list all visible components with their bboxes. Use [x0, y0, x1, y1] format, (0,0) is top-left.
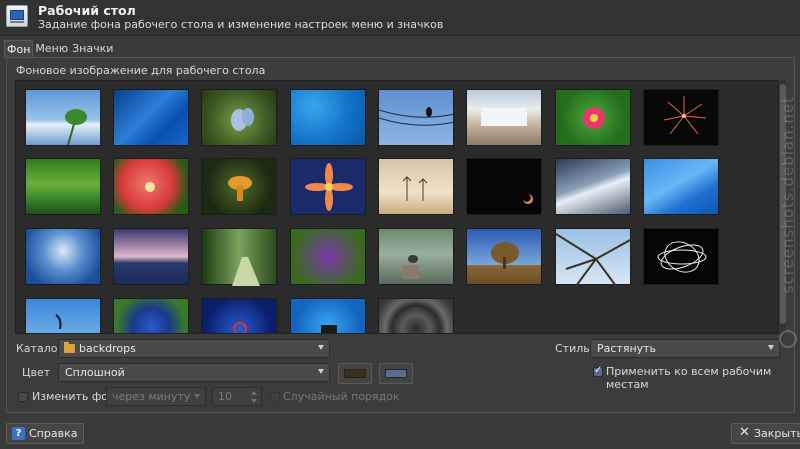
wallpaper-thumb-blue-abstract[interactable]: [113, 89, 189, 146]
wallpaper-thumb-debian-swirl-blue[interactable]: [201, 298, 277, 333]
help-label: Справка: [29, 427, 78, 440]
wallpaper-thumb-misty-trees[interactable]: [378, 158, 454, 215]
wallpaper-thumb-blue-horizon[interactable]: [25, 228, 101, 285]
chevron-down-icon: [318, 369, 324, 374]
interval-value: 10: [218, 390, 232, 403]
color-label: Цвет: [22, 366, 51, 379]
apply-all-label: Применить ко всем рабочим местам: [606, 365, 772, 391]
wallpaper-thumb-pink-flower[interactable]: [555, 89, 631, 146]
tab-icons[interactable]: Значки: [70, 40, 115, 58]
wallpaper-thumb-blue-flowers[interactable]: [113, 298, 189, 333]
watermark: screenshots.debian.net: [777, 96, 800, 346]
close-button[interactable]: ✕ Закрыть: [731, 423, 800, 444]
wallpaper-thumb-lone-tree[interactable]: [466, 228, 542, 285]
change-bg-checkbox[interactable]: [18, 392, 28, 402]
wallpaper-thumb-blue-gradient[interactable]: [290, 89, 366, 146]
wallpaper-thumb-island-silhouette[interactable]: [25, 298, 101, 333]
random-order-checkbox[interactable]: [270, 392, 280, 402]
style-select[interactable]: Растянуть: [590, 339, 780, 358]
primary-color-swatch: [344, 369, 366, 378]
chevron-down-icon: [194, 394, 200, 399]
window-header: Рабочий стол Задание фона рабочего стола…: [0, 0, 800, 36]
tab-background[interactable]: Фон: [4, 40, 34, 58]
wallpaper-thumb-waterfall[interactable]: [466, 89, 542, 146]
catalog-label: Каталог: [16, 342, 64, 355]
style-value: Растянуть: [597, 342, 657, 355]
window-title: Рабочий стол: [38, 3, 136, 18]
spin-up-icon[interactable]: [251, 391, 257, 395]
wallpaper-thumb-red-lily[interactable]: [113, 158, 189, 215]
wallpaper-thumb-cow-blue[interactable]: [290, 298, 366, 333]
wallpaper-thumb-purple-flowers[interactable]: [290, 228, 366, 285]
chevron-down-icon: [318, 345, 324, 350]
close-icon: ✕: [739, 425, 750, 440]
wallpaper-thumb-night-moon[interactable]: [466, 158, 542, 215]
close-label: Закрыть: [754, 427, 800, 440]
wallpaper-thumb-cloud-sunbeams[interactable]: [555, 158, 631, 215]
spin-down-icon[interactable]: [251, 399, 257, 403]
color-mode-select[interactable]: Сплошной: [58, 363, 330, 382]
chevron-down-icon: [768, 345, 774, 350]
wallpaper-thumb-green-forest-pond[interactable]: [25, 158, 101, 215]
wallpaper-thumb-bird-on-wire[interactable]: [378, 89, 456, 146]
watermark-text: screenshots.debian.net: [779, 96, 797, 294]
folder-icon: [64, 342, 75, 353]
wallpaper-thumb-tree-branches[interactable]: [555, 228, 633, 287]
wallpaper-thumb-sky-leaf[interactable]: [25, 89, 101, 146]
catalog-value: backdrops: [79, 342, 136, 355]
window-subtitle: Задание фона рабочего стола и изменение …: [38, 18, 444, 31]
catalog-select[interactable]: backdrops: [58, 339, 330, 358]
tab-menu[interactable]: Меню: [33, 40, 70, 58]
tab-bar: Фон Меню Значки: [4, 40, 115, 58]
secondary-color-button[interactable]: [379, 363, 413, 384]
secondary-color-swatch: [385, 369, 407, 378]
wallpaper-thumb-fireworks[interactable]: [643, 89, 719, 146]
wallpaper-thumb-forest-path[interactable]: [201, 228, 277, 286]
gallery-frame-label: Фоновое изображение для рабочего стола: [16, 64, 266, 77]
wallpaper-thumb-orange-mushroom[interactable]: [201, 158, 277, 215]
desktop-settings-icon: [6, 5, 28, 27]
wallpaper-thumb-blue-waves[interactable]: [643, 158, 719, 215]
wallpaper-thumb-lake-bird[interactable]: [378, 228, 454, 285]
interval-spinner[interactable]: 10: [212, 387, 262, 406]
primary-color-button[interactable]: [338, 363, 372, 384]
wallpaper-thumb-white-swirl[interactable]: [643, 228, 719, 285]
wallpaper-thumb-orange-lily-blue[interactable]: [290, 158, 366, 215]
change-bg-label: Изменить фон: [32, 390, 116, 403]
wallpaper-thumb-dark-ripples[interactable]: [378, 298, 454, 333]
watermark-logo-icon: [779, 330, 797, 348]
style-label: Стиль:: [555, 342, 594, 355]
help-button[interactable]: ? Справка: [6, 423, 85, 444]
interval-unit-select[interactable]: через минуту: [106, 387, 206, 406]
color-mode-value: Сплошной: [65, 366, 125, 379]
wallpaper-thumb-lake-sunset[interactable]: [113, 228, 189, 285]
interval-unit-placeholder: через минуту: [112, 390, 191, 403]
help-icon: ?: [12, 427, 25, 440]
wallpaper-thumb-butterfly[interactable]: [201, 89, 277, 146]
wallpaper-gallery: [15, 80, 779, 334]
apply-all-checkbox[interactable]: [593, 365, 603, 377]
random-order-label: Случайный порядок: [283, 390, 400, 403]
